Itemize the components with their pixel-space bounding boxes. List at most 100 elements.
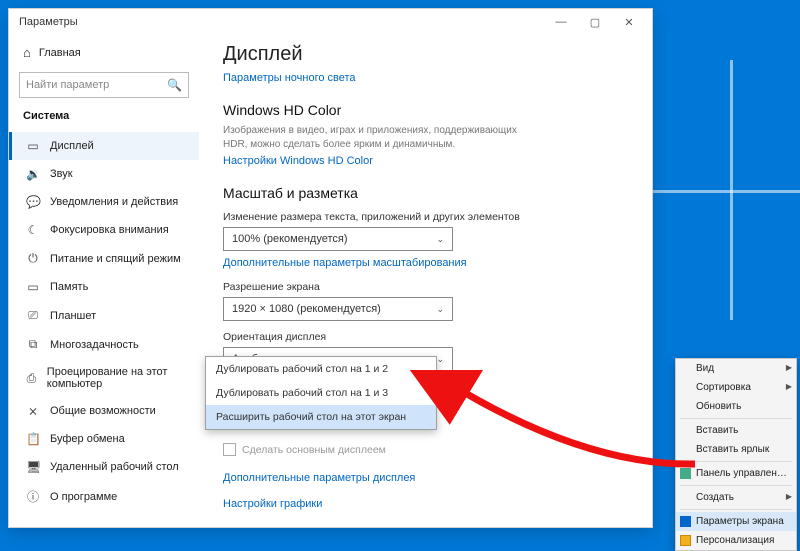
- nav-icon: 📋: [26, 432, 40, 446]
- flyout-item[interactable]: Дублировать рабочий стол на 1 и 3: [206, 381, 436, 405]
- ctx-refresh[interactable]: Обновить: [676, 397, 796, 416]
- sidebar-item-label: Память: [50, 281, 88, 293]
- resolution-dropdown[interactable]: 1920 × 1080 (рекомендуется) ⌄: [223, 297, 453, 321]
- minimize-button[interactable]: —: [544, 16, 578, 28]
- graphics-link[interactable]: Настройки графики: [223, 498, 322, 510]
- checkbox-icon: [223, 443, 236, 456]
- nav-icon: ⨯: [26, 404, 40, 418]
- make-main-checkbox: Сделать основным дисплеем: [223, 443, 628, 456]
- resolution-label: Разрешение экрана: [223, 281, 628, 293]
- nav-icon: ▭: [26, 280, 40, 294]
- ctx-view[interactable]: Вид▶: [676, 359, 796, 378]
- sidebar-item[interactable]: ⎙ Проецирование на этот компьютер: [9, 359, 199, 397]
- nav-icon: ⓘ: [26, 488, 40, 505]
- sidebar-item-label: О программе: [50, 491, 117, 503]
- sidebar-item[interactable]: 🔉 Звук: [9, 160, 199, 188]
- sidebar-item-label: Удаленный рабочий стол: [50, 461, 179, 473]
- scale-dropdown[interactable]: 100% (рекомендуется) ⌄: [223, 227, 453, 251]
- nav-icon: ⧉: [26, 337, 40, 352]
- ctx-paste-shortcut[interactable]: Вставить ярлык: [676, 440, 796, 459]
- sidebar-item-label: Дисплей: [50, 140, 94, 152]
- page-title: Дисплей: [223, 43, 628, 66]
- resolution-value: 1920 × 1080 (рекомендуется): [232, 303, 381, 315]
- search-icon: 🔍: [167, 78, 182, 92]
- search-placeholder: Найти параметр: [26, 79, 109, 91]
- orientation-label: Ориентация дисплея: [223, 331, 628, 343]
- hd-color-link[interactable]: Настройки Windows HD Color: [223, 155, 373, 167]
- scale-heading: Масштаб и разметка: [223, 185, 628, 201]
- flyout-item[interactable]: Дублировать рабочий стол на 1 и 2: [206, 357, 436, 381]
- sidebar-item[interactable]: 📋 Буфер обмена: [9, 425, 199, 453]
- search-input[interactable]: Найти параметр 🔍: [19, 72, 189, 98]
- sidebar-item[interactable]: ⓘ О программе: [9, 481, 199, 512]
- nav-icon: ⎚: [26, 308, 40, 323]
- nav-icon: 🔉: [26, 167, 40, 181]
- nav-icon: ⎙: [26, 371, 37, 386]
- ctx-personalize[interactable]: Персонализация: [676, 531, 796, 550]
- hd-color-desc: Изображения в видео, играх и приложениях…: [223, 124, 523, 151]
- chevron-right-icon: ▶: [786, 492, 792, 501]
- chevron-down-icon: ⌄: [436, 234, 444, 245]
- ctx-nvidia[interactable]: Панель управления NVIDIA: [676, 464, 796, 483]
- advanced-scale-link[interactable]: Дополнительные параметры масштабирования: [223, 257, 467, 269]
- nav-icon: ⏻: [26, 251, 40, 266]
- nav-icon: ▭: [26, 139, 40, 153]
- scale-label: Изменение размера текста, приложений и д…: [223, 211, 628, 223]
- scale-value: 100% (рекомендуется): [232, 233, 347, 245]
- sidebar-item-label: Питание и спящий режим: [50, 253, 181, 265]
- sidebar-item-label: Звук: [50, 168, 73, 180]
- multi-display-flyout: Дублировать рабочий стол на 1 и 2 Дублир…: [205, 356, 437, 430]
- hd-color-heading: Windows HD Color: [223, 102, 628, 118]
- display-icon: [680, 516, 691, 527]
- advanced-display-link[interactable]: Дополнительные параметры дисплея: [223, 472, 415, 484]
- separator: [680, 509, 792, 510]
- sidebar-item-label: Общие возможности: [50, 405, 156, 417]
- window-title: Параметры: [15, 16, 544, 28]
- sidebar: ⌂ Главная Найти параметр 🔍 Система ▭ Дисп…: [9, 35, 199, 527]
- chevron-down-icon: ⌄: [436, 304, 444, 315]
- chevron-right-icon: ▶: [786, 363, 792, 372]
- separator: [680, 461, 792, 462]
- sidebar-item[interactable]: ⏻ Питание и спящий режим: [9, 244, 199, 273]
- nvidia-icon: [680, 468, 691, 479]
- sidebar-item[interactable]: ⧉ Многозадачность: [9, 330, 199, 359]
- settings-window: Параметры — ▢ ✕ ⌂ Главная Найти параметр…: [8, 8, 653, 528]
- sidebar-item[interactable]: ☾ Фокусировка внимания: [9, 216, 199, 244]
- ctx-display-settings[interactable]: Параметры экрана: [676, 512, 796, 531]
- flyout-item[interactable]: Расширить рабочий стол на этот экран: [206, 405, 436, 429]
- sidebar-item[interactable]: ▭ Память: [9, 273, 199, 301]
- ctx-create[interactable]: Создать▶: [676, 488, 796, 507]
- sidebar-item-label: Планшет: [50, 310, 96, 322]
- separator: [680, 418, 792, 419]
- content-pane: Дисплей Параметры ночного света Windows …: [199, 35, 652, 527]
- sidebar-item-label: Уведомления и действия: [50, 196, 178, 208]
- sidebar-item[interactable]: ⎚ Планшет: [9, 301, 199, 330]
- sidebar-item-label: Фокусировка внимания: [50, 224, 169, 236]
- sidebar-item-label: Многозадачность: [50, 339, 139, 351]
- sidebar-item-label: Проецирование на этот компьютер: [47, 366, 185, 390]
- home-icon: ⌂: [23, 45, 31, 60]
- close-button[interactable]: ✕: [612, 16, 646, 29]
- nav-icon: ☾: [26, 223, 40, 237]
- sidebar-item[interactable]: 🖥 Удаленный рабочий стол: [9, 453, 199, 481]
- sidebar-item-label: Буфер обмена: [50, 433, 125, 445]
- personalize-icon: [680, 535, 691, 546]
- ctx-sort[interactable]: Сортировка▶: [676, 378, 796, 397]
- night-light-link[interactable]: Параметры ночного света: [223, 72, 356, 84]
- nav-icon: 💬: [26, 195, 40, 209]
- make-main-label: Сделать основным дисплеем: [242, 444, 386, 456]
- nav-icon: 🖥: [26, 460, 40, 474]
- chevron-down-icon: ⌄: [436, 354, 444, 365]
- titlebar: Параметры — ▢ ✕: [9, 9, 652, 35]
- home-label: Главная: [39, 47, 81, 59]
- sidebar-item[interactable]: ⨯ Общие возможности: [9, 397, 199, 425]
- sidebar-item[interactable]: ▭ Дисплей: [9, 132, 199, 160]
- home-link[interactable]: ⌂ Главная: [9, 39, 199, 66]
- chevron-right-icon: ▶: [786, 382, 792, 391]
- separator: [680, 485, 792, 486]
- sidebar-item[interactable]: 💬 Уведомления и действия: [9, 188, 199, 216]
- desktop-context-menu: Вид▶ Сортировка▶ Обновить Вставить Встав…: [675, 358, 797, 551]
- nav-heading: Система: [9, 106, 199, 132]
- ctx-paste[interactable]: Вставить: [676, 421, 796, 440]
- maximize-button[interactable]: ▢: [578, 16, 612, 29]
